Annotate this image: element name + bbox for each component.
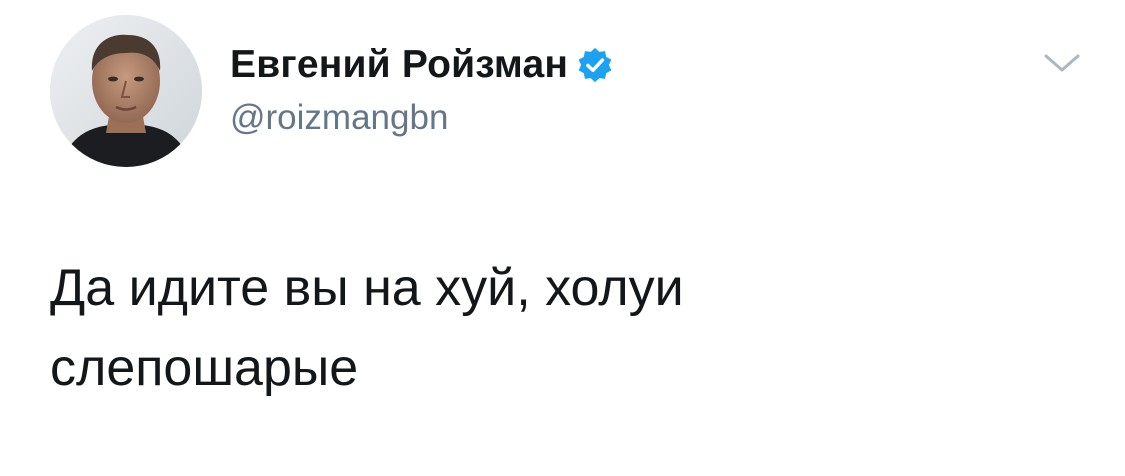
author-handle[interactable]: @roizmangbn xyxy=(230,98,448,138)
author-display-name[interactable]: Евгений Ройзман xyxy=(230,43,568,87)
verified-badge-icon xyxy=(576,46,614,84)
tweet-menu-button[interactable] xyxy=(1040,48,1084,80)
tweet-text: Да идите вы на хуй, холуи слепошарые xyxy=(50,259,684,397)
tweet-card: Евгений Ройзман @roizmangbn Да идите вы … xyxy=(0,0,1125,476)
author-name-row: Евгений Ройзман xyxy=(230,40,614,90)
avatar-photo xyxy=(50,15,202,167)
author-avatar[interactable] xyxy=(50,15,202,167)
chevron-down-icon xyxy=(1044,54,1080,72)
